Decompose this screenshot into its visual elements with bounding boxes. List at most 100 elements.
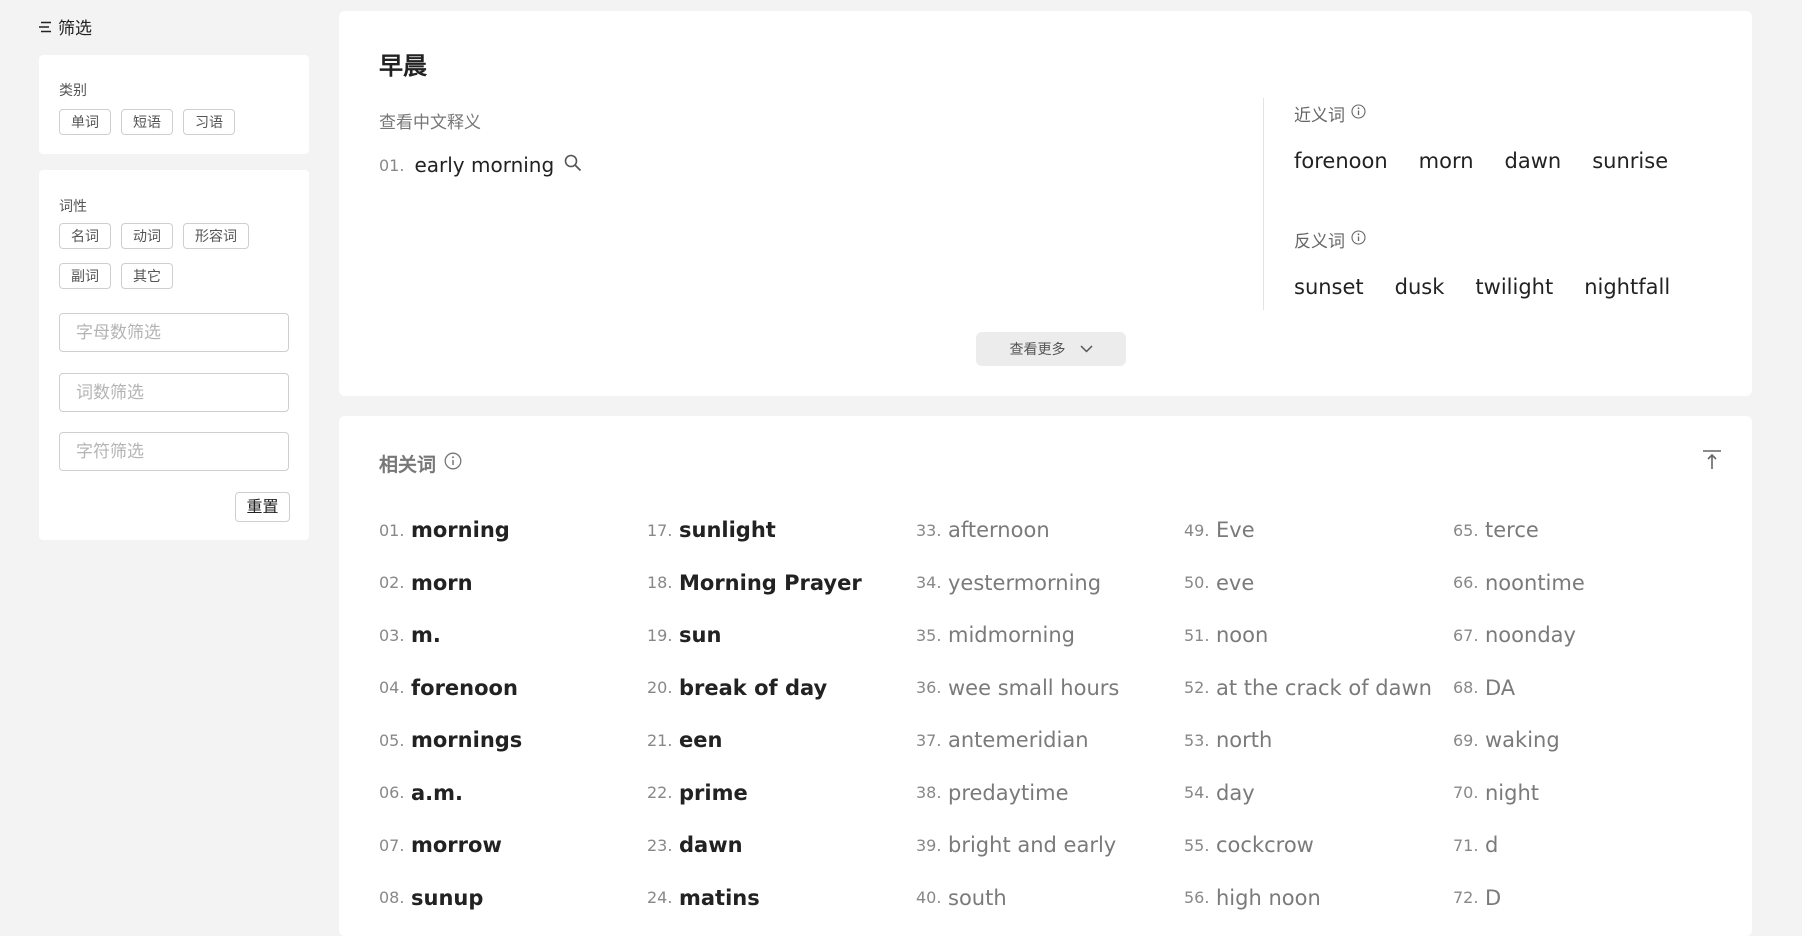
related-word[interactable]: noontime xyxy=(1485,571,1585,595)
related-item[interactable]: 69. waking xyxy=(1453,714,1713,767)
related-item[interactable]: 49. Eve xyxy=(1184,504,1444,557)
related-word[interactable]: predaytime xyxy=(948,781,1069,805)
chip-adverb[interactable]: 副词 xyxy=(59,263,111,289)
antonym-item[interactable]: nightfall xyxy=(1584,275,1670,299)
filter-header[interactable]: 筛选 xyxy=(38,14,92,39)
related-item[interactable]: 08. sunup xyxy=(379,872,639,925)
related-item[interactable]: 71. d xyxy=(1453,819,1713,872)
related-word[interactable]: yestermorning xyxy=(948,571,1101,595)
related-word[interactable]: Eve xyxy=(1216,518,1255,542)
related-word[interactable]: midmorning xyxy=(948,623,1075,647)
related-word[interactable]: at the crack of dawn xyxy=(1216,676,1432,700)
related-item[interactable]: 21. een xyxy=(647,714,907,767)
chip-idiom[interactable]: 习语 xyxy=(183,109,235,135)
chip-word[interactable]: 单词 xyxy=(59,109,111,135)
related-word[interactable]: break of day xyxy=(679,676,827,700)
antonym-item[interactable]: sunset xyxy=(1294,275,1364,299)
antonym-item[interactable]: dusk xyxy=(1395,275,1445,299)
related-word[interactable]: eve xyxy=(1216,571,1254,595)
related-item[interactable]: 55. cockcrow xyxy=(1184,819,1444,872)
chip-verb[interactable]: 动词 xyxy=(121,223,173,249)
related-word[interactable]: a.m. xyxy=(411,781,463,805)
related-word[interactable]: noon xyxy=(1216,623,1268,647)
related-word[interactable]: m. xyxy=(411,623,441,647)
related-item[interactable]: 52. at the crack of dawn xyxy=(1184,662,1444,715)
related-word[interactable]: morrow xyxy=(411,833,502,857)
related-item[interactable]: 07. morrow xyxy=(379,819,639,872)
related-item[interactable]: 24. matins xyxy=(647,872,907,925)
related-item[interactable]: 65. terce xyxy=(1453,504,1713,557)
synonym-item[interactable]: dawn xyxy=(1505,149,1562,173)
chip-adjective[interactable]: 形容词 xyxy=(183,223,249,249)
related-word[interactable]: D xyxy=(1485,886,1501,910)
related-word[interactable]: morning xyxy=(411,518,510,542)
related-word[interactable]: morn xyxy=(411,571,473,595)
word-count-input[interactable] xyxy=(59,373,289,412)
related-item[interactable]: 70. night xyxy=(1453,767,1713,820)
related-item[interactable]: 04. forenoon xyxy=(379,662,639,715)
synonym-item[interactable]: forenoon xyxy=(1294,149,1388,173)
related-word[interactable]: antemeridian xyxy=(948,728,1089,752)
reset-button[interactable]: 重置 xyxy=(235,492,290,522)
letter-count-input[interactable] xyxy=(59,313,289,352)
related-item[interactable]: 17. sunlight xyxy=(647,504,907,557)
related-word[interactable]: sun xyxy=(679,623,721,647)
related-item[interactable]: 01. morning xyxy=(379,504,639,557)
related-word[interactable]: night xyxy=(1485,781,1539,805)
related-item[interactable]: 39. bright and early xyxy=(916,819,1176,872)
chip-other[interactable]: 其它 xyxy=(121,263,173,289)
chip-phrase[interactable]: 短语 xyxy=(121,109,173,135)
back-to-top-icon[interactable] xyxy=(1702,449,1722,475)
related-item[interactable]: 67. noonday xyxy=(1453,609,1713,662)
related-word[interactable]: terce xyxy=(1485,518,1539,542)
related-word[interactable]: d xyxy=(1485,833,1498,857)
info-icon[interactable] xyxy=(1351,103,1366,124)
related-word[interactable]: waking xyxy=(1485,728,1560,752)
related-word[interactable]: noonday xyxy=(1485,623,1576,647)
related-item[interactable]: 34. yestermorning xyxy=(916,557,1176,610)
related-item[interactable]: 33. afternoon xyxy=(916,504,1176,557)
related-item[interactable]: 06. a.m. xyxy=(379,767,639,820)
search-icon[interactable] xyxy=(564,154,582,176)
related-item[interactable]: 56. high noon xyxy=(1184,872,1444,925)
related-item[interactable]: 03. m. xyxy=(379,609,639,662)
related-item[interactable]: 05. mornings xyxy=(379,714,639,767)
char-filter-input[interactable] xyxy=(59,432,289,471)
related-item[interactable]: 37. antemeridian xyxy=(916,714,1176,767)
related-word[interactable]: dawn xyxy=(679,833,743,857)
show-more-button[interactable]: 查看更多 xyxy=(976,332,1126,366)
related-item[interactable]: 54. day xyxy=(1184,767,1444,820)
related-word[interactable]: forenoon xyxy=(411,676,518,700)
related-item[interactable]: 20. break of day xyxy=(647,662,907,715)
related-word[interactable]: een xyxy=(679,728,722,752)
synonym-item[interactable]: sunrise xyxy=(1592,149,1668,173)
related-item[interactable]: 02. morn xyxy=(379,557,639,610)
related-word[interactable]: matins xyxy=(679,886,760,910)
related-word[interactable]: south xyxy=(948,886,1007,910)
related-item[interactable]: 53. north xyxy=(1184,714,1444,767)
related-word[interactable]: bright and early xyxy=(948,833,1116,857)
related-word[interactable]: Morning Prayer xyxy=(679,571,862,595)
related-word[interactable]: DA xyxy=(1485,676,1515,700)
related-word[interactable]: sunup xyxy=(411,886,483,910)
related-item[interactable]: 22. prime xyxy=(647,767,907,820)
related-word[interactable]: mornings xyxy=(411,728,522,752)
related-item[interactable]: 51. noon xyxy=(1184,609,1444,662)
related-word[interactable]: wee small hours xyxy=(948,676,1119,700)
related-word[interactable]: high noon xyxy=(1216,886,1321,910)
related-word[interactable]: day xyxy=(1216,781,1255,805)
related-word[interactable]: prime xyxy=(679,781,748,805)
related-word[interactable]: afternoon xyxy=(948,518,1050,542)
related-item[interactable]: 66. noontime xyxy=(1453,557,1713,610)
chip-noun[interactable]: 名词 xyxy=(59,223,111,249)
related-item[interactable]: 68. DA xyxy=(1453,662,1713,715)
related-item[interactable]: 23. dawn xyxy=(647,819,907,872)
related-word[interactable]: cockcrow xyxy=(1216,833,1314,857)
related-item[interactable]: 72. D xyxy=(1453,872,1713,925)
related-item[interactable]: 19. sun xyxy=(647,609,907,662)
synonym-item[interactable]: morn xyxy=(1419,149,1474,173)
antonym-item[interactable]: twilight xyxy=(1475,275,1553,299)
related-item[interactable]: 36. wee small hours xyxy=(916,662,1176,715)
definition-text[interactable]: early morning xyxy=(414,153,554,177)
info-icon[interactable] xyxy=(1351,229,1366,250)
